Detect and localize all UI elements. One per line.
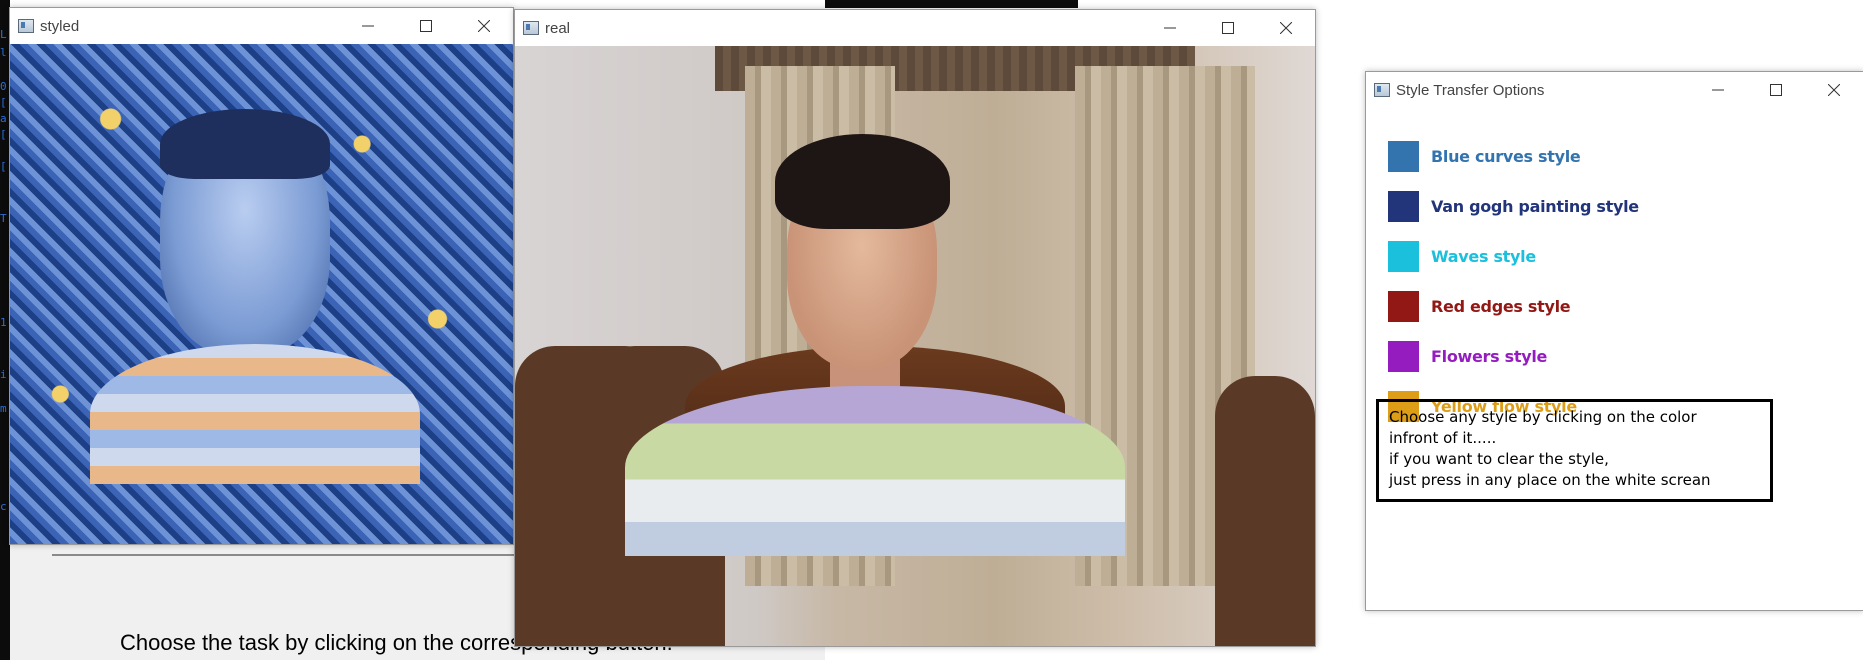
maximize-button[interactable] [1747, 72, 1805, 108]
real-window: real [514, 9, 1316, 647]
instruction-line: infront of it..... [1389, 429, 1497, 447]
console-char: c [0, 500, 7, 513]
maximize-icon [1770, 84, 1782, 96]
styled-frame[interactable] [10, 44, 513, 544]
style-label: Flowers style [1431, 347, 1548, 366]
divider [52, 554, 522, 556]
style-option-van-gogh[interactable]: Van gogh painting style [1388, 191, 1639, 222]
maximize-icon [420, 20, 432, 32]
style-option-blue-curves[interactable]: Blue curves style [1388, 141, 1581, 172]
close-icon [1280, 22, 1292, 34]
close-icon [478, 20, 490, 32]
person-hair [775, 134, 950, 229]
close-button[interactable] [1257, 10, 1315, 46]
window-icon [1374, 83, 1390, 97]
color-swatch[interactable] [1388, 341, 1419, 372]
style-label: Blue curves style [1431, 147, 1581, 166]
style-label: Waves style [1431, 247, 1536, 266]
instruction-line: Choose any style by clicking on the colo… [1389, 408, 1697, 426]
styled-hair [160, 109, 330, 179]
console-char: 0 [0, 80, 7, 93]
instruction-line: if you want to clear the style, [1389, 450, 1609, 468]
instruction-line: just press in any place on the white scr… [1389, 471, 1711, 489]
webcam-image [515, 46, 1315, 646]
minimize-icon [1164, 27, 1176, 29]
close-icon [1828, 84, 1840, 96]
minimize-button[interactable] [1141, 10, 1199, 46]
close-button[interactable] [1805, 72, 1863, 108]
window-title: Style Transfer Options [1396, 81, 1545, 99]
background-window-strip [825, 0, 1078, 8]
maximize-button[interactable] [397, 8, 455, 44]
style-option-waves[interactable]: Waves style [1388, 241, 1536, 272]
console-char: [ [0, 160, 7, 173]
console-char: [ [0, 128, 7, 141]
console-char: a [0, 112, 7, 125]
window-title: real [545, 19, 571, 37]
style-option-flowers[interactable]: Flowers style [1388, 341, 1547, 372]
close-button[interactable] [455, 8, 513, 44]
options-canvas[interactable]: Blue curves style Van gogh painting styl… [1366, 108, 1863, 610]
minimize-icon [1712, 89, 1724, 91]
console-char: T [0, 212, 7, 225]
window-icon [523, 21, 539, 35]
maximize-icon [1222, 22, 1234, 34]
console-char: L [0, 28, 7, 41]
styled-image [10, 44, 513, 544]
chair [1215, 376, 1315, 646]
real-titlebar[interactable]: real [515, 10, 1315, 46]
styled-titlebar[interactable]: styled [10, 8, 513, 44]
minimize-icon [362, 25, 374, 27]
style-options-window: Style Transfer Options Blue curves style… [1365, 71, 1863, 611]
console-char: m [0, 402, 7, 415]
window-title: styled [40, 17, 80, 35]
instructions-box: Choose any style by clicking on the colo… [1376, 399, 1773, 502]
person-shirt [625, 386, 1125, 556]
console-char: [ [0, 96, 7, 109]
options-titlebar[interactable]: Style Transfer Options [1366, 72, 1863, 108]
color-swatch[interactable] [1388, 241, 1419, 272]
maximize-button[interactable] [1199, 10, 1257, 46]
style-label: Red edges style [1431, 297, 1571, 316]
style-label: Van gogh painting style [1431, 197, 1639, 216]
real-frame[interactable] [515, 46, 1315, 646]
minimize-button[interactable] [339, 8, 397, 44]
console-char: l [0, 46, 7, 59]
color-swatch[interactable] [1388, 141, 1419, 172]
styled-shirt [90, 344, 420, 484]
styled-window: styled [9, 7, 514, 545]
console-char: i [0, 368, 7, 381]
console-char: 1 [0, 316, 7, 329]
window-icon [18, 19, 34, 33]
style-option-red-edges[interactable]: Red edges style [1388, 291, 1571, 322]
color-swatch[interactable] [1388, 191, 1419, 222]
color-swatch[interactable] [1388, 291, 1419, 322]
minimize-button[interactable] [1689, 72, 1747, 108]
